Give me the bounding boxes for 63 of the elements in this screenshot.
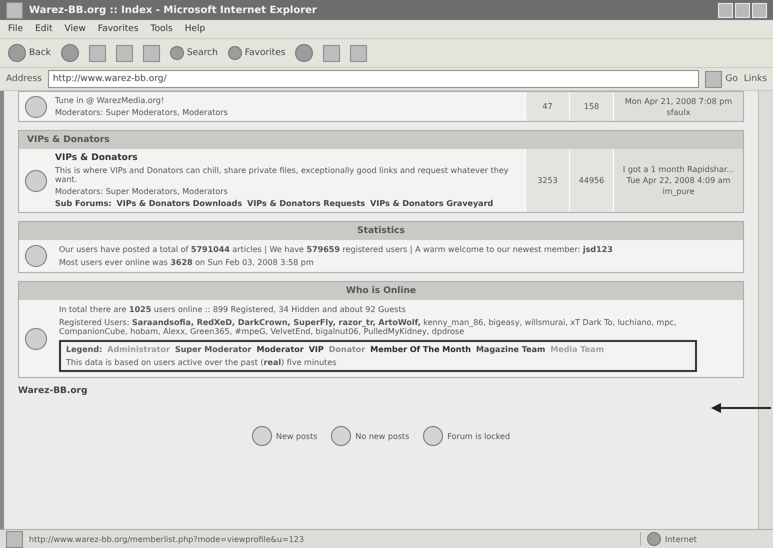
- search-button[interactable]: Search: [170, 46, 218, 60]
- online-total-text: In total there are 1025 users online :: 899 Registered, 34 Hidden and about 92 Guests: [59, 305, 407, 314]
- maximize-button[interactable]: [735, 2, 750, 18]
- back-button[interactable]: Back: [8, 44, 51, 62]
- last-post-date: Tue Apr 22, 2008 4:09 am: [626, 176, 730, 185]
- status-url: http://www.warez-bb.org/memberlist.php?mode=viewprofile&u=123: [29, 534, 304, 544]
- menu-item[interactable]: Favorites: [98, 24, 139, 34]
- legend-item[interactable]: Moderator: [256, 345, 304, 354]
- posts-count: 158: [569, 92, 613, 121]
- site-name: Warez-BB.org: [18, 386, 88, 396]
- statistics-icon: [25, 245, 47, 267]
- icon-legend-label: New posts: [276, 432, 318, 440]
- menu-item[interactable]: Tools: [150, 24, 173, 34]
- address-field[interactable]: http://www.warez-bb.org/: [48, 70, 700, 88]
- topics-count: 3253: [525, 149, 569, 212]
- who-is-online-header: Who is Online: [19, 282, 743, 300]
- menu-item[interactable]: File: [8, 24, 24, 34]
- legend-item[interactable]: Super Moderator: [174, 345, 252, 354]
- moderators-text: Moderators: Super Moderators, Moderators: [55, 187, 229, 196]
- minimize-button[interactable]: [718, 2, 733, 18]
- last-post-user[interactable]: sfaulx: [666, 108, 690, 116]
- forum-status-icon: [25, 170, 47, 192]
- legend-label: Legend:: [66, 345, 102, 354]
- forum-name[interactable]: VIPs & Donators: [55, 153, 523, 163]
- icon-legend-label: Forum is locked: [447, 432, 510, 440]
- last-post-title[interactable]: I got a 1 month Rapidshar...: [622, 165, 734, 174]
- icon-legend-label: No new posts: [355, 432, 410, 440]
- online-note: This data is based on users active over the past (real) five minutes: [66, 358, 338, 367]
- legend-item[interactable]: VIP: [308, 345, 324, 354]
- forum-status-icon: [423, 426, 444, 446]
- last-post-date: Mon Apr 21, 2008 7:08 pm: [624, 96, 732, 106]
- scrollbar[interactable]: [758, 91, 773, 529]
- online-users-icon: [25, 328, 47, 350]
- sub-forum-link[interactable]: VIPs & Donators Downloads: [116, 199, 242, 208]
- sub-forum-link[interactable]: VIPs & Donators Graveyard: [370, 199, 494, 208]
- forum-description: This is where VIPs and Donators can chill, share private files, exceptionally good links and request whatever they want.: [55, 166, 510, 184]
- address-label: Address: [6, 74, 42, 84]
- sub-forums-label: Sub Forums:: [55, 199, 112, 208]
- arrow-icon: [711, 402, 771, 414]
- topics-count: 47: [525, 92, 569, 121]
- forum-status-icon: [25, 96, 47, 118]
- legend-item[interactable]: Member Of The Month: [370, 345, 471, 354]
- menu-item[interactable]: Help: [184, 24, 206, 34]
- favorites-button[interactable]: Favorites: [228, 46, 286, 60]
- menu-item[interactable]: View: [64, 24, 86, 34]
- legend-item[interactable]: Magazine Team: [476, 345, 546, 354]
- registered-users-text: Registered Users: Saraandsofia, RedXeD, DarkCrown, SuperFly, razor_tr, ArtoWolf, kenny_man_86, bigeasy, willsmurai, xT Dark To, luchiano, mpc, CompanionCube, hobam, Alexx, Green365, #mpeG, VelvetEnd, bigalnut06, PulledMyKidney, dpdrose: [59, 318, 678, 336]
- last-post-user[interactable]: im_pure: [662, 187, 695, 196]
- moderators-text: Moderators: Super Moderators, Moderators: [55, 108, 229, 117]
- menu-item[interactable]: Edit: [35, 24, 52, 34]
- statistics-text: Most users ever online was 3628 on Sun Feb 03, 2008 3:58 pm: [59, 258, 315, 267]
- links-button[interactable]: Links: [744, 74, 767, 84]
- forum-status-icon: [252, 426, 272, 446]
- window-title: Warez-BB.org :: Index - Microsoft Internet Explorer: [29, 4, 317, 16]
- sub-forum-link[interactable]: VIPs & Donators Requests: [247, 199, 366, 208]
- category-header[interactable]: VIPs & Donators: [19, 131, 743, 149]
- forum-status-icon: [331, 426, 352, 446]
- security-zone: Internet: [665, 534, 697, 544]
- statistics-text: Our users have posted a total of 5791044 articles | We have 579659 registered users | A warm welcome to our newest member: jsd123: [59, 245, 614, 254]
- posts-count: 44956: [569, 149, 613, 212]
- forum-description: Tune in @ WarezMedia.org!: [55, 96, 166, 105]
- statistics-header: Statistics: [19, 222, 743, 240]
- close-button[interactable]: [752, 2, 767, 18]
